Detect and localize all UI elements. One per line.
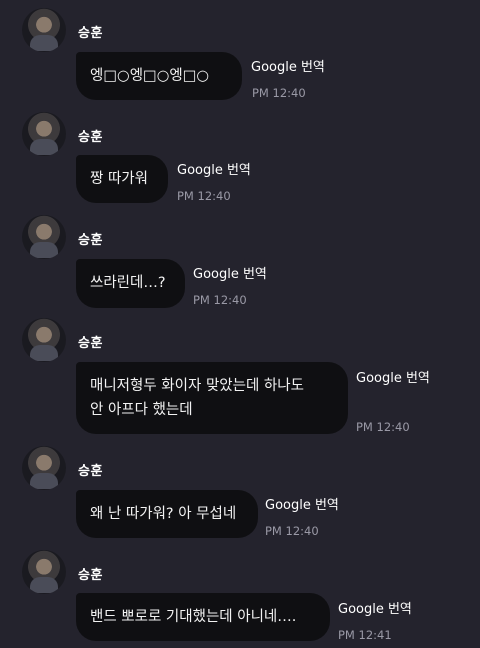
google-translate-link[interactable]: Google 번역 [356, 367, 430, 386]
sender-name: 승훈 [78, 130, 103, 145]
avatar[interactable] [22, 318, 66, 362]
google-translate-link[interactable]: Google 번역 [338, 598, 412, 617]
google-translate-link[interactable]: Google 번역 [177, 159, 251, 178]
google-translate-link[interactable]: Google 번역 [265, 494, 339, 513]
message-timestamp: PM 12:41 [338, 628, 392, 642]
avatar[interactable] [22, 550, 66, 594]
message-timestamp: PM 12:40 [252, 86, 306, 100]
message-bubble: 왜 난 따가워? 아 무섭네 [76, 490, 258, 538]
google-translate-link[interactable]: Google 번역 [193, 263, 267, 282]
sender-name: 승훈 [78, 336, 103, 351]
sender-name: 승훈 [78, 464, 103, 479]
google-translate-link[interactable]: Google 번역 [251, 56, 325, 75]
message-timestamp: PM 12:40 [265, 524, 319, 538]
message-bubble: 매니저형두 화이자 맞았는데 하나도 안 아프다 했는데 [76, 362, 348, 434]
message-timestamp: PM 12:40 [177, 189, 231, 203]
message-bubble: 짱 따가워 [76, 155, 168, 203]
message-bubble: 엥□○엥□○엥□○ [76, 52, 242, 100]
message-timestamp: PM 12:40 [356, 420, 410, 434]
message-timestamp: PM 12:40 [193, 293, 247, 307]
message-bubble: 밴드 뽀로로 기대했는데 아니네…. [76, 593, 330, 641]
avatar[interactable] [22, 8, 66, 52]
avatar[interactable] [22, 112, 66, 156]
avatar[interactable] [22, 446, 66, 490]
sender-name: 승훈 [78, 568, 103, 583]
avatar[interactable] [22, 215, 66, 259]
message-bubble: 쓰라린데…? [76, 259, 185, 308]
sender-name: 승훈 [78, 26, 103, 41]
sender-name: 승훈 [78, 233, 103, 248]
